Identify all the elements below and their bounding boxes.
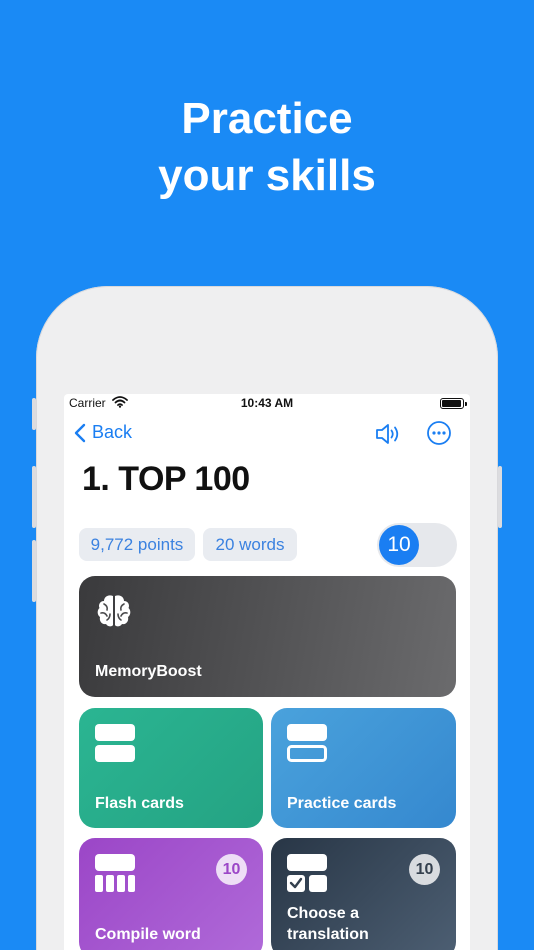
more-options-icon[interactable]: [426, 420, 452, 446]
phone-side-button: [498, 466, 502, 528]
headline: Practice your skills: [0, 90, 534, 204]
choose-translation-label-line-1: Choose a: [287, 905, 360, 922]
flash-cards-icon: [95, 724, 135, 762]
choose-translation-label: Choose a translation: [287, 903, 369, 945]
flash-cards-card[interactable]: Flash cards: [79, 708, 263, 828]
practice-cards-label: Practice cards: [287, 795, 397, 812]
back-button[interactable]: Back: [74, 422, 132, 443]
memoryboost-label: MemoryBoost: [95, 663, 202, 680]
headline-line-2: your skills: [158, 151, 376, 200]
status-bar: Carrier 10:43 AM: [64, 394, 470, 412]
compile-word-badge: 10: [216, 854, 247, 885]
status-time: 10:43 AM: [240, 396, 294, 410]
compile-word-card[interactable]: 10 Compile word: [79, 838, 263, 950]
back-label: Back: [92, 422, 133, 442]
headline-line-1: Practice: [181, 94, 353, 143]
word-count-toggle[interactable]: 10: [377, 523, 457, 567]
words-chip: 20 words: [203, 528, 297, 561]
app-screen: Carrier 10:43 AM Back 1. TOP 100 9,772 p…: [64, 394, 470, 950]
choose-translation-icon: [287, 854, 327, 892]
memoryboost-card[interactable]: MemoryBoost: [79, 576, 456, 697]
phone-side-button: [32, 466, 36, 528]
battery-icon: [440, 398, 467, 409]
phone-side-button: [32, 398, 36, 430]
choose-translation-card[interactable]: 10 Choose a translation: [271, 838, 456, 950]
practice-cards-icon: [287, 724, 327, 762]
practice-cards-card[interactable]: Practice cards: [271, 708, 456, 828]
chevron-left-icon: [74, 423, 86, 442]
choose-translation-badge: 10: [409, 854, 440, 885]
flash-cards-label: Flash cards: [95, 795, 184, 812]
choose-translation-label-line-2: translation: [287, 926, 369, 943]
page-title: 1. TOP 100: [82, 460, 250, 498]
word-count-value: 10: [379, 525, 419, 565]
compile-word-label: Compile word: [95, 926, 201, 943]
points-chip: 9,772 points: [79, 528, 195, 561]
compile-word-icon: [95, 854, 135, 892]
brain-icon: [97, 595, 131, 627]
nav-bar: Back: [64, 420, 470, 450]
speaker-icon[interactable]: [374, 420, 402, 448]
phone-side-button: [32, 540, 36, 602]
